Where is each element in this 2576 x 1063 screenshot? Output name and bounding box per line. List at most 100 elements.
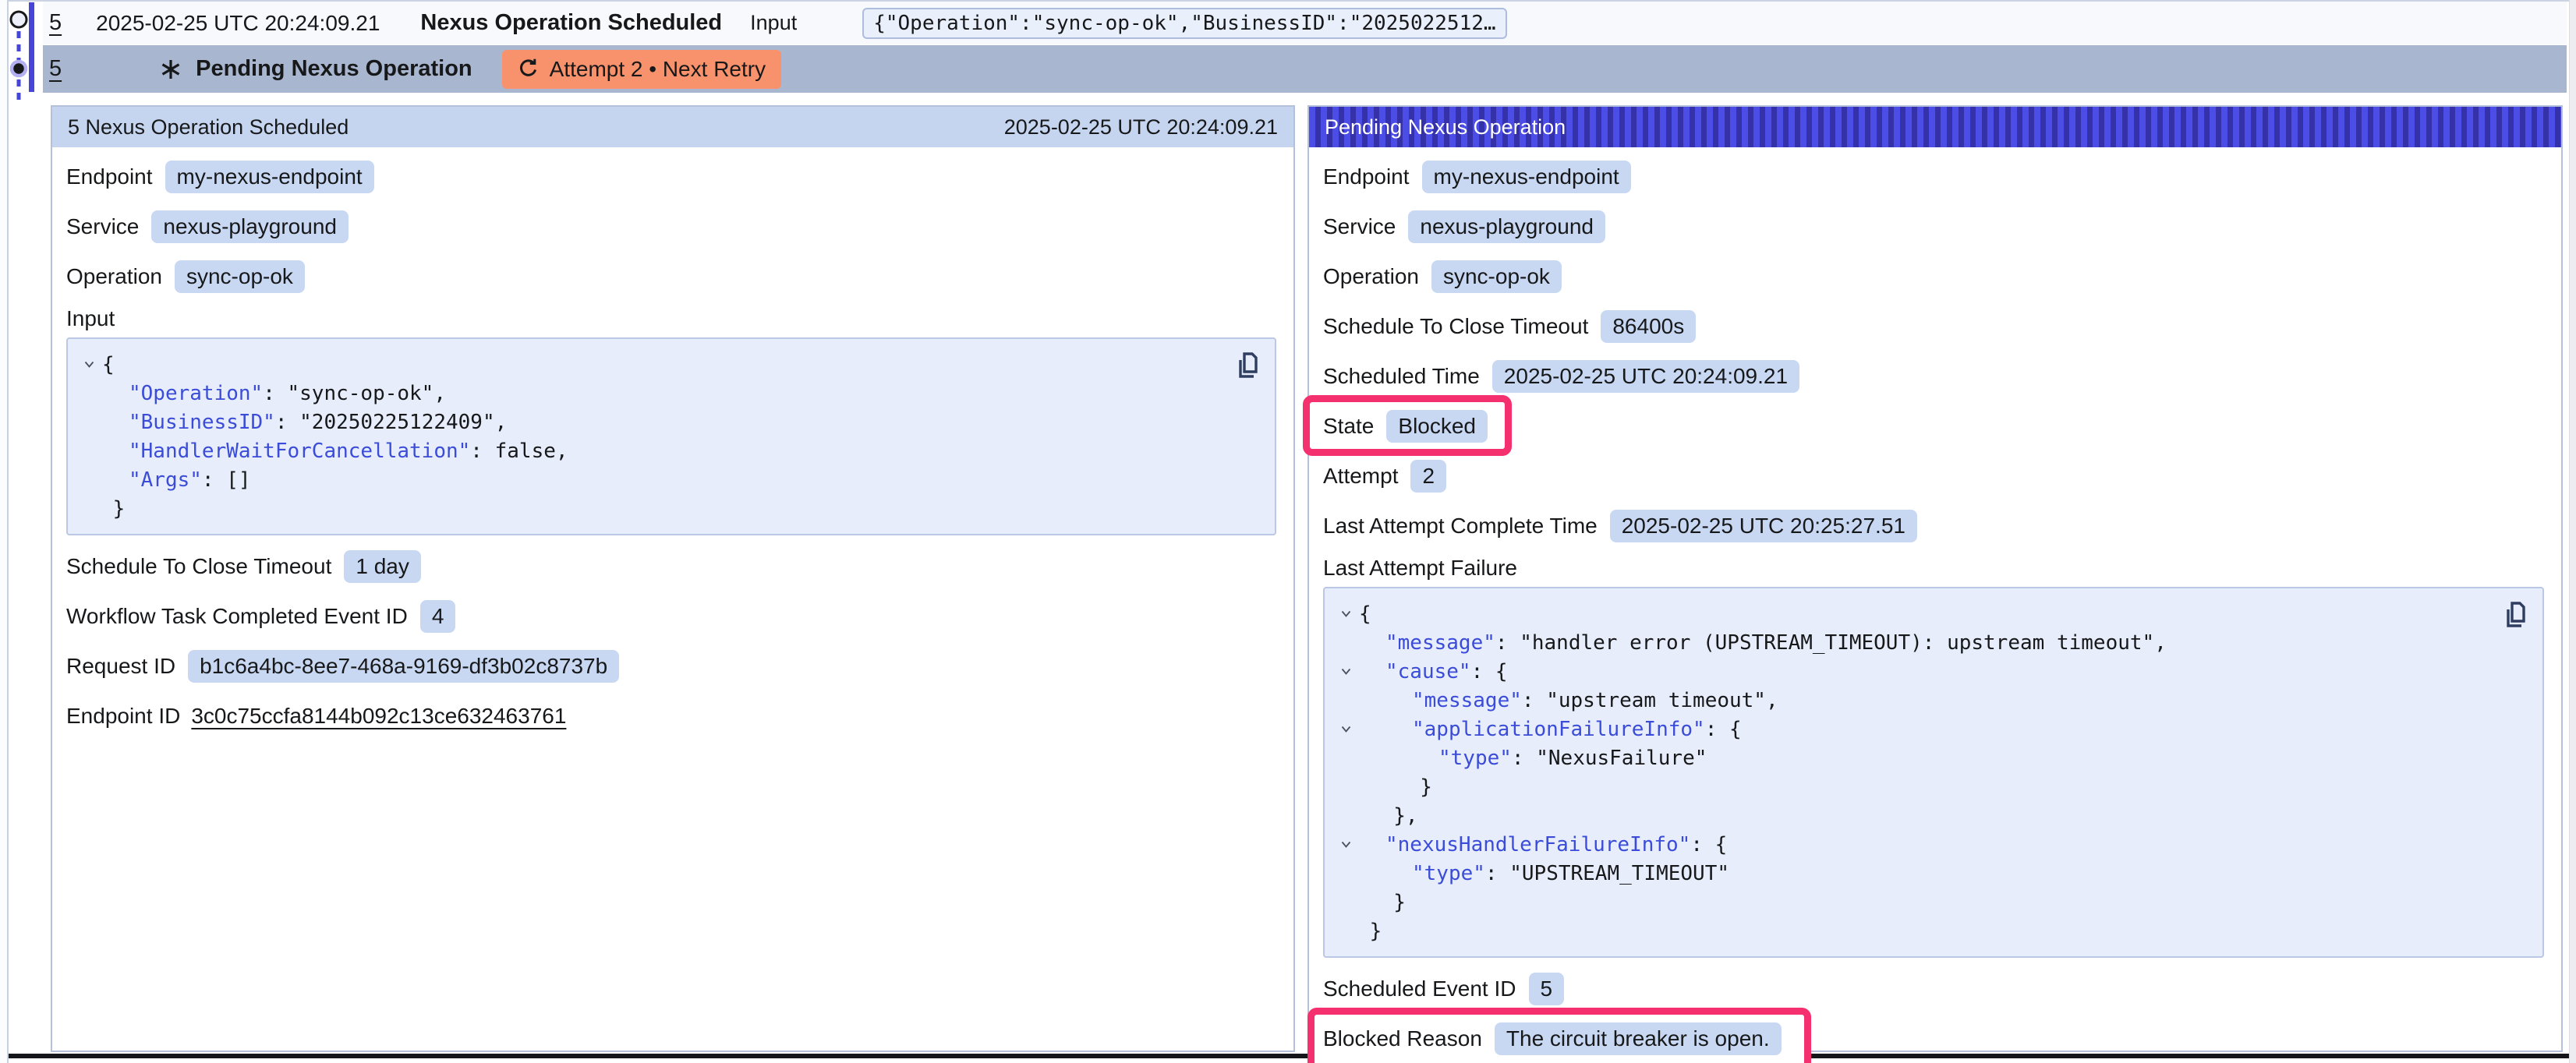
retry-status-badge: Attempt 2 • Next Retry	[502, 50, 781, 89]
json-line: "message": "handler error (UPSTREAM_TIME…	[1332, 628, 2496, 657]
event-title: Pending Nexus Operation	[196, 56, 472, 82]
json-line: "Operation": "sync-op-ok",	[76, 379, 1228, 408]
event-title: Nexus Operation Scheduled	[420, 10, 722, 36]
endpoint-id-link[interactable]: 3c0c75ccfa8144b092c13ce632463761	[191, 704, 566, 729]
chevron-down-icon	[1340, 839, 1352, 850]
field-workflow-task-completed-event-id: Workflow Task Completed Event ID 4	[66, 592, 1276, 641]
field-endpoint-id: Endpoint ID 3c0c75ccfa8144b092c13ce63246…	[66, 691, 1276, 741]
scrollbar-track[interactable]	[2569, 0, 2576, 1063]
event-row-nexus-operation-scheduled[interactable]: 5 2025-02-25 UTC 20:24:09.21 Nexus Opera…	[43, 2, 2567, 44]
field-value-chip: sync-op-ok	[175, 260, 305, 293]
top-border	[0, 0, 2576, 2]
field-endpoint: Endpoint my-nexus-endpoint	[1323, 152, 2544, 202]
event-row-pending-nexus-operation[interactable]: 5 Pending Nexus Operation Attempt 2 • Ne…	[43, 45, 2567, 93]
field-label: Service	[1323, 214, 1396, 239]
field-last-attempt-complete-time: Last Attempt Complete Time 2025-02-25 UT…	[1323, 501, 2544, 551]
copy-icon[interactable]	[1233, 351, 1258, 380]
failure-section-label: Last Attempt Failure	[1323, 551, 2544, 585]
collapse-toggle[interactable]	[76, 358, 102, 370]
event-input-label: Input	[750, 11, 797, 35]
field-value-chip: 2025-02-25 UTC 20:24:09.21	[1492, 360, 1799, 393]
state-value-chip: Blocked	[1386, 410, 1488, 443]
field-label: Endpoint ID	[66, 704, 180, 729]
input-section-label: Input	[66, 302, 1276, 336]
field-label: Operation	[1323, 264, 1419, 289]
field-label: Endpoint	[1323, 164, 1410, 189]
event-id-link[interactable]: 5	[49, 56, 62, 82]
json-line: "BusinessID": "20250225122409",	[76, 408, 1228, 436]
json-line: "type": "NexusFailure"	[1332, 743, 2496, 772]
chevron-down-icon	[1340, 608, 1352, 620]
event-input-preview-chip[interactable]: {"Operation":"sync-op-ok","BusinessID":"…	[862, 8, 1506, 39]
field-schedule-to-close-timeout: Schedule To Close Timeout 1 day	[66, 542, 1276, 592]
field-value-chip: b1c6a4bc-8ee7-468a-9169-df3b02c8737b	[188, 650, 619, 683]
timeline-pending-icon	[11, 12, 27, 27]
field-value-chip: 4	[420, 600, 456, 633]
chevron-down-icon	[1340, 666, 1352, 677]
panel-timestamp: 2025-02-25 UTC 20:24:09.21	[1004, 115, 1278, 139]
asterisk-icon	[160, 58, 182, 80]
field-service: Service nexus-playground	[66, 202, 1276, 252]
selected-row-indicator	[29, 2, 34, 92]
input-json-viewer: {"Operation": "sync-op-ok","BusinessID":…	[66, 337, 1276, 535]
field-value-chip: my-nexus-endpoint	[165, 161, 374, 193]
field-service: Service nexus-playground	[1323, 202, 2544, 252]
event-detail-panel-scheduled: 5 Nexus Operation Scheduled 2025-02-25 U…	[51, 105, 1295, 1052]
json-line: }	[1332, 888, 2496, 916]
json-line: {	[76, 350, 1228, 379]
left-gutter	[0, 0, 9, 1063]
field-label: Schedule To Close Timeout	[1323, 314, 1588, 339]
field-label: Last Attempt Complete Time	[1323, 514, 1598, 539]
field-label: Operation	[66, 264, 162, 289]
field-value-chip: 1 day	[344, 550, 421, 583]
field-value-chip: 86400s	[1601, 310, 1696, 343]
field-label: State	[1323, 414, 1374, 439]
collapse-toggle[interactable]	[1332, 666, 1359, 677]
field-value-chip: 2	[1410, 460, 1446, 493]
copy-icon[interactable]	[2500, 601, 2525, 629]
field-scheduled-event-id: Scheduled Event ID 5	[1323, 964, 2544, 1014]
event-time: 2025-02-25 UTC 20:24:09.21	[96, 11, 380, 36]
event-id-link[interactable]: 5	[49, 10, 62, 36]
field-label: Service	[66, 214, 139, 239]
json-line: "cause": {	[1332, 657, 2496, 686]
json-line: "type": "UPSTREAM_TIMEOUT"	[1332, 859, 2496, 888]
panel-title: 5 Nexus Operation Scheduled	[68, 115, 349, 139]
collapse-toggle[interactable]	[1332, 839, 1359, 850]
field-value-chip: 2025-02-25 UTC 20:25:27.51	[1610, 510, 1917, 542]
workflow-history-page: 5 2025-02-25 UTC 20:24:09.21 Nexus Opera…	[0, 0, 2576, 1063]
chevron-down-icon	[83, 358, 95, 370]
collapse-toggle[interactable]	[1332, 723, 1359, 735]
chevron-down-icon	[1340, 723, 1352, 735]
timeline-rail	[8, 0, 44, 109]
field-value-chip: nexus-playground	[1408, 210, 1605, 243]
pending-operation-panel: Pending Nexus Operation Endpoint my-nexu…	[1307, 105, 2563, 1052]
json-line: "nexusHandlerFailureInfo": {	[1332, 830, 2496, 859]
field-label: Blocked Reason	[1323, 1026, 1482, 1051]
field-operation: Operation sync-op-ok	[1323, 252, 2544, 302]
field-value-chip: nexus-playground	[151, 210, 349, 243]
blocked-reason-value-chip: The circuit breaker is open.	[1495, 1022, 1782, 1055]
field-request-id: Request ID b1c6a4bc-8ee7-468a-9169-df3b0…	[66, 641, 1276, 691]
retry-badge-label: Attempt 2 • Next Retry	[550, 57, 766, 82]
json-line: },	[1332, 801, 2496, 830]
json-line: {	[1332, 599, 2496, 628]
failure-json-viewer: {"message": "handler error (UPSTREAM_TIM…	[1323, 587, 2544, 958]
field-endpoint: Endpoint my-nexus-endpoint	[66, 152, 1276, 202]
field-label: Attempt	[1323, 464, 1398, 489]
field-value-chip: sync-op-ok	[1431, 260, 1562, 293]
field-attempt: Attempt 2	[1323, 451, 2544, 501]
field-label: Schedule To Close Timeout	[66, 554, 331, 579]
json-line: "message": "upstream timeout",	[1332, 686, 2496, 715]
field-state: State Blocked	[1323, 401, 2544, 451]
json-line: "applicationFailureInfo": {	[1332, 715, 2496, 743]
field-blocked-reason: Blocked Reason The circuit breaker is op…	[1323, 1014, 2544, 1063]
json-line: "HandlerWaitForCancellation": false,	[76, 436, 1228, 465]
field-operation: Operation sync-op-ok	[66, 252, 1276, 302]
scheduled-panel-header: 5 Nexus Operation Scheduled 2025-02-25 U…	[52, 107, 1293, 147]
field-value-chip: my-nexus-endpoint	[1422, 161, 1631, 193]
field-scheduled-time: Scheduled Time 2025-02-25 UTC 20:24:09.2…	[1323, 351, 2544, 401]
collapse-toggle[interactable]	[1332, 608, 1359, 620]
field-label: Endpoint	[66, 164, 153, 189]
field-value-chip: 5	[1529, 973, 1565, 1005]
